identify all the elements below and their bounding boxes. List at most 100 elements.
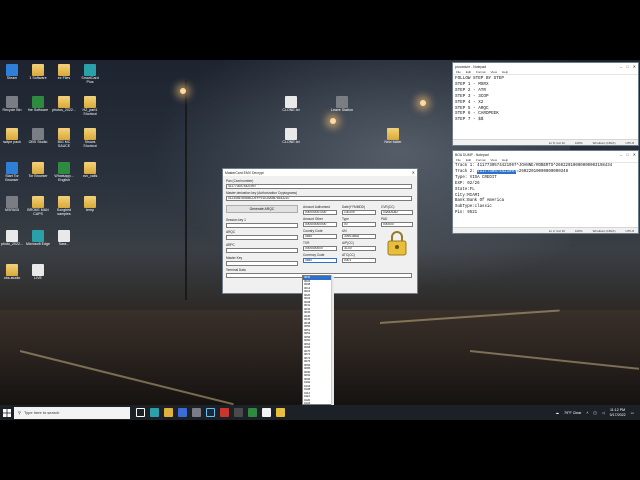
desktop-icon[interactable]: Whatsapp... English bbox=[52, 162, 76, 183]
menu-file[interactable]: File bbox=[456, 158, 461, 162]
pan-input[interactable]: 4117730574421997 bbox=[226, 184, 412, 189]
amount-authorised-label: Amount Authorised bbox=[303, 205, 330, 209]
mastercard-app-icon[interactable] bbox=[276, 408, 285, 417]
arpc-input[interactable] bbox=[226, 248, 298, 253]
desktop-icon[interactable]: Tor Browser bbox=[26, 162, 50, 179]
title-bar[interactable]: BOA DUMP - Notepad – □ ✕ bbox=[453, 151, 638, 158]
desktop-icon[interactable]: cvv_calls bbox=[78, 162, 102, 179]
session-key-input[interactable] bbox=[226, 223, 298, 228]
desktop-icon[interactable]: photo_2022... bbox=[0, 230, 24, 247]
notepad-steps-window[interactable]: procedure - Notepad – □ ✕ File Edit Format… bbox=[452, 62, 639, 146]
title-bar[interactable]: MasterCard EMV Decrypt ✕ bbox=[223, 169, 417, 176]
desktop-icon[interactable]: Shows Shortcut bbox=[78, 128, 102, 149]
menu-view[interactable]: View bbox=[491, 70, 497, 74]
clock[interactable]: 11:12 PM 5/17/2022 bbox=[610, 408, 626, 417]
menu-edit[interactable]: Edit bbox=[466, 70, 471, 74]
desktop-icon[interactable]: BIG MC SAUCE bbox=[52, 128, 76, 149]
pad-input[interactable]: 000000 bbox=[381, 222, 413, 227]
un-input[interactable]: 30901B6A bbox=[342, 234, 376, 239]
app-icon[interactable] bbox=[220, 408, 229, 417]
volume-icon[interactable]: ◁ bbox=[602, 411, 605, 415]
arqc-label: ARQC bbox=[226, 230, 236, 234]
menu-format[interactable]: Format bbox=[476, 158, 486, 162]
obs-icon[interactable] bbox=[234, 408, 243, 417]
desktop-icon-tor[interactable]: Start Tor Browser bbox=[0, 162, 24, 183]
steam-icon[interactable] bbox=[206, 408, 215, 417]
chevron-up-icon[interactable]: ˄ bbox=[586, 411, 588, 415]
desktop-icon[interactable]: 1 Software bbox=[26, 64, 50, 81]
window-title: MasterCard EMV Decrypt bbox=[225, 170, 264, 175]
weather-text[interactable]: 79°F Clear bbox=[564, 411, 581, 415]
tvr-input[interactable]: 0000000000 bbox=[303, 246, 337, 251]
weather-icon[interactable]: ☁ bbox=[556, 411, 560, 415]
menu-file[interactable]: File bbox=[456, 70, 461, 74]
master-key-input[interactable] bbox=[226, 261, 298, 266]
desktop-icon[interactable]: MSR605 bbox=[0, 196, 24, 213]
desktop-icon[interactable]: BROKE MAN CAPS bbox=[26, 196, 50, 217]
currency-code-dropdown-list[interactable]: 0840 0004 0008 0012 0016 0020 0024 0028 0031 0032… bbox=[302, 275, 334, 405]
mail-icon[interactable] bbox=[192, 408, 201, 417]
title-bar[interactable]: procedure - Notepad – □ ✕ bbox=[453, 63, 638, 70]
desktop-icon[interactable]: LIVE bbox=[26, 264, 50, 281]
minimize-icon[interactable]: – bbox=[620, 152, 622, 157]
street-lamp bbox=[330, 118, 336, 124]
desktop-icon[interactable]: SmartCard Plus bbox=[78, 64, 102, 85]
close-icon[interactable]: ✕ bbox=[412, 170, 415, 175]
type-input[interactable]: 00 bbox=[342, 222, 376, 227]
currency-code-select[interactable]: 0840 bbox=[303, 258, 337, 263]
amount-other-input[interactable]: 000000000000 bbox=[303, 222, 337, 227]
atc-input[interactable]: 0001 bbox=[342, 258, 376, 263]
text-editor[interactable]: FOLLOW STEP BY STEP STEP 1 - MSRX STEP 2 -… bbox=[453, 75, 638, 139]
folder-icon bbox=[387, 128, 399, 140]
desktop-icon[interactable]: New folder bbox=[381, 128, 405, 145]
arqc-input[interactable] bbox=[226, 235, 298, 240]
app-icon[interactable] bbox=[248, 408, 257, 417]
minimize-icon[interactable]: – bbox=[620, 64, 622, 69]
notifications-icon[interactable]: ▭ bbox=[631, 411, 634, 415]
task-view-icon[interactable] bbox=[136, 408, 145, 417]
text-editor[interactable]: Track 1: 4117730574421997^JOANNE/ROBERTS… bbox=[453, 163, 638, 227]
desktop-icon[interactable]: Leave Station bbox=[330, 96, 354, 113]
generate-arqc-button[interactable]: Generate ARQC bbox=[226, 205, 298, 213]
close-icon[interactable]: ✕ bbox=[633, 152, 636, 157]
desktop-icon-edge[interactable]: Microsoft Edge bbox=[26, 230, 50, 247]
desktop-icon[interactable]: CLONE.txt bbox=[279, 128, 303, 145]
desktop-icon[interactable]: photos_2022... bbox=[52, 96, 76, 113]
menu-edit[interactable]: Edit bbox=[466, 158, 471, 162]
desktop-icon[interactable]: obs-studio bbox=[0, 264, 24, 281]
file-explorer-icon[interactable] bbox=[164, 408, 173, 417]
desktop-icon[interactable]: CLONE.txt bbox=[279, 96, 303, 113]
master-derivation-key-input[interactable]: 0123456789ABCDEFFEDCBA9876543210 bbox=[226, 196, 412, 201]
desktop-icon[interactable]: Songbird samples bbox=[52, 196, 76, 217]
notepad-icon[interactable] bbox=[262, 408, 271, 417]
cvr-input[interactable]: 03A4A082 bbox=[381, 210, 413, 215]
store-icon[interactable] bbox=[178, 408, 187, 417]
desktop-icon[interactable]: HZ_part1 Shortcut bbox=[78, 96, 102, 117]
desktop-icon[interactable]: fire Software bbox=[26, 96, 50, 113]
menu-format[interactable]: Format bbox=[476, 70, 486, 74]
close-icon[interactable]: ✕ bbox=[633, 64, 636, 69]
desktop-icon-obs[interactable]: OBS Studio bbox=[26, 128, 50, 145]
desktop-icon[interactable]: temp bbox=[78, 196, 102, 213]
aip-input[interactable]: 3C00 bbox=[342, 246, 376, 251]
desktop-icon-recycle-bin[interactable]: Recycle Bin bbox=[0, 96, 24, 113]
date-input[interactable]: 130209 bbox=[342, 210, 376, 215]
desktop-icon-steam[interactable]: Steam bbox=[0, 64, 24, 81]
taskbar-search-box[interactable]: ⚲ Type here to search bbox=[14, 406, 130, 419]
amount-authorised-input[interactable]: 000000001000 bbox=[303, 210, 337, 215]
maximize-icon[interactable]: □ bbox=[626, 152, 628, 157]
network-icon[interactable]: ◫ bbox=[593, 411, 596, 415]
desktop-icon[interactable]: Sara... bbox=[52, 230, 76, 247]
menu-help[interactable]: Help bbox=[502, 158, 508, 162]
menu-view[interactable]: View bbox=[491, 158, 497, 162]
menu-help[interactable]: Help bbox=[502, 70, 508, 74]
desktop-icon[interactable]: ex Files bbox=[52, 64, 76, 81]
edge-icon[interactable] bbox=[150, 408, 159, 417]
country-code-select[interactable]: 0840 bbox=[303, 234, 337, 239]
street-pole bbox=[185, 80, 187, 300]
start-button[interactable] bbox=[0, 405, 14, 420]
notepad-card-window[interactable]: BOA DUMP - Notepad – □ ✕ File Edit Format … bbox=[452, 150, 639, 234]
desktop-icon[interactable]: swipe pack bbox=[0, 128, 24, 145]
maximize-icon[interactable]: □ bbox=[626, 64, 628, 69]
dropdown-scrollbar[interactable] bbox=[331, 275, 334, 405]
